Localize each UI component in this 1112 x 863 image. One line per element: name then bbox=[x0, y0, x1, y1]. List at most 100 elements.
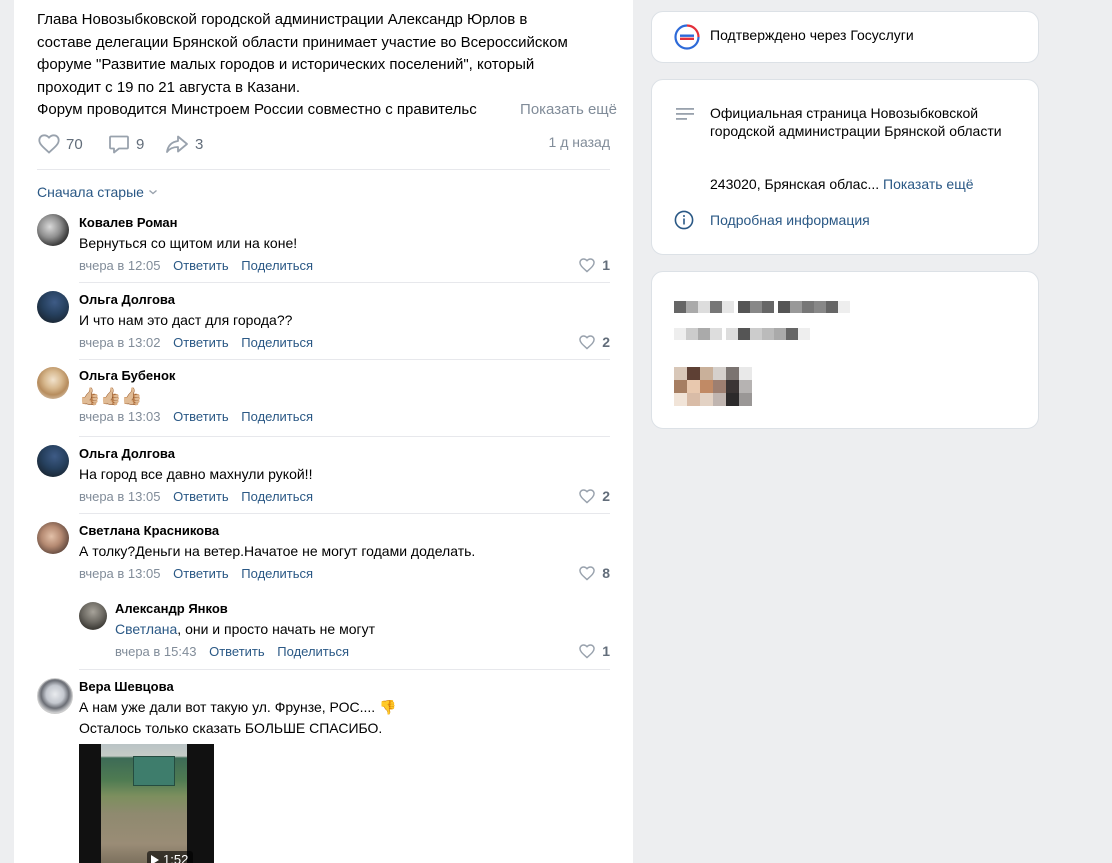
comment-time[interactable]: вчера в 15:43 bbox=[115, 644, 196, 659]
comment-author[interactable]: Ольга Долгова bbox=[79, 445, 610, 463]
reply-link[interactable]: Ответить bbox=[173, 489, 229, 504]
details-label: Подробная информация bbox=[710, 212, 870, 228]
divider bbox=[79, 436, 610, 437]
comment-time[interactable]: вчера в 13:02 bbox=[79, 335, 160, 350]
video-preview bbox=[101, 744, 187, 863]
comment-meta: вчера в 12:05 Ответить Поделиться 1 bbox=[79, 257, 610, 275]
pixelated-card bbox=[651, 271, 1039, 429]
house-shape bbox=[133, 756, 175, 786]
address-text: 243020, Брянская облас... bbox=[710, 176, 880, 192]
heart-icon bbox=[579, 335, 595, 350]
comment-author[interactable]: Ольга Бубенок bbox=[79, 367, 610, 385]
share-link[interactable]: Поделиться bbox=[241, 409, 313, 424]
post-text-line: Форум проводится Минстроем России совмес… bbox=[37, 101, 477, 118]
share-button[interactable]: 3 bbox=[164, 132, 203, 156]
share-link[interactable]: Поделиться bbox=[277, 644, 349, 659]
mention-link[interactable]: Светлана bbox=[115, 621, 177, 637]
avatar[interactable] bbox=[37, 214, 69, 246]
share-link[interactable]: Поделиться bbox=[241, 566, 313, 581]
reply-link[interactable]: Ответить bbox=[209, 644, 265, 659]
comment-like-count: 2 bbox=[602, 334, 610, 350]
comment-text-body: , они и просто начать не могут bbox=[177, 621, 376, 637]
share-icon bbox=[166, 135, 188, 153]
comment-time[interactable]: вчера в 13:03 bbox=[79, 409, 160, 424]
comment-meta: вчера в 13:05 Ответить Поделиться 8 bbox=[79, 565, 610, 583]
comment: Ольга Бубенок 👍🏼👍🏼👍🏼 вчера в 13:03 Ответ… bbox=[37, 367, 610, 431]
heart-icon bbox=[579, 258, 595, 273]
comment-button[interactable]: 9 bbox=[107, 132, 144, 156]
divider bbox=[37, 169, 610, 170]
comment: Ковалев Роман Вернуться со щитом или на … bbox=[37, 214, 610, 276]
video-thumbnail[interactable]: 1:52 bbox=[79, 744, 214, 863]
comment-author[interactable]: Ковалев Роман bbox=[79, 214, 610, 232]
comment-text: И что нам это даст для города?? bbox=[79, 312, 293, 328]
reply-link[interactable]: Ответить bbox=[173, 566, 229, 581]
comment-like-count: 8 bbox=[602, 565, 610, 581]
avatar[interactable] bbox=[37, 445, 69, 477]
avatar[interactable] bbox=[79, 602, 107, 630]
comment-text: Светлана, они и просто начать не могут bbox=[115, 619, 610, 640]
heart-icon bbox=[579, 489, 595, 504]
comment-meta: вчера в 13:03 Ответить Поделиться bbox=[79, 408, 610, 426]
divider bbox=[79, 359, 610, 360]
play-icon bbox=[151, 854, 159, 863]
verified-label: Подтверждено через Госуслуги bbox=[710, 27, 914, 43]
like-count: 70 bbox=[66, 135, 83, 153]
details-link[interactable]: Подробная информация bbox=[674, 210, 870, 230]
share-link[interactable]: Поделиться bbox=[241, 335, 313, 350]
like-button[interactable]: 70 bbox=[37, 132, 83, 156]
heart-icon bbox=[579, 644, 595, 659]
comment-author[interactable]: Ольга Долгова bbox=[79, 291, 610, 309]
show-more-link[interactable]: Показать ещё bbox=[502, 99, 617, 122]
reply-link[interactable]: Ответить bbox=[173, 258, 229, 273]
share-count: 3 bbox=[195, 135, 204, 153]
heart-icon bbox=[38, 134, 60, 154]
post-actions: 70 9 3 1 д назад bbox=[37, 132, 610, 156]
heart-icon bbox=[579, 566, 595, 581]
comment-like-button[interactable]: 1 bbox=[578, 256, 610, 274]
post-text-line: проходит с 19 по 21 августа в Казани. bbox=[37, 78, 301, 96]
avatar[interactable] bbox=[37, 367, 69, 399]
comment-time[interactable]: вчера в 13:05 bbox=[79, 566, 160, 581]
comment-time[interactable]: вчера в 12:05 bbox=[79, 258, 160, 273]
info-card: Официальная страница Новозыбковской горо… bbox=[651, 79, 1039, 255]
comment-author[interactable]: Светлана Красникова bbox=[79, 522, 610, 540]
comment-text: А толку?Деньги на ветер.Начатое не могут… bbox=[79, 543, 476, 559]
post-card: Глава Новозыбковской городской администр… bbox=[14, 0, 633, 863]
verified-card[interactable]: Подтверждено через Госуслуги bbox=[651, 11, 1039, 63]
address-show-more-link[interactable]: Показать ещё bbox=[883, 176, 974, 192]
sort-dropdown[interactable]: Сначала старые bbox=[37, 184, 158, 200]
comment-text: На город все давно махнули рукой!! bbox=[79, 466, 313, 482]
comment-count: 9 bbox=[136, 135, 145, 153]
comment-text: 👍🏼👍🏼👍🏼 bbox=[79, 387, 143, 406]
post-time[interactable]: 1 д назад bbox=[549, 134, 610, 150]
page-description: Официальная страница Новозыбковской горо… bbox=[710, 105, 1002, 139]
post-text: Глава Новозыбковской городской администр… bbox=[37, 9, 617, 122]
video-duration-badge: 1:52 bbox=[147, 851, 194, 863]
comment-meta: вчера в 15:43 Ответить Поделиться 1 bbox=[115, 643, 610, 661]
info-icon bbox=[674, 210, 694, 230]
share-link[interactable]: Поделиться bbox=[241, 489, 313, 504]
comment-time[interactable]: вчера в 13:05 bbox=[79, 489, 160, 504]
avatar[interactable] bbox=[37, 678, 73, 714]
comment-text: А нам уже дали вот такую ул. Фрунзе, РОС… bbox=[79, 699, 397, 715]
comment: Ольга Долгова На город все давно махнули… bbox=[37, 445, 610, 507]
comment-text: Вернуться со щитом или на коне! bbox=[79, 235, 298, 251]
comment-author[interactable]: Вера Шевцова bbox=[79, 678, 610, 696]
comment-like-button[interactable]: 1 bbox=[578, 642, 610, 660]
post-text-line: Глава Новозыбковской городской администр… bbox=[37, 11, 528, 28]
avatar[interactable] bbox=[37, 291, 69, 323]
comment-like-button[interactable]: 2 bbox=[578, 487, 610, 505]
comment-like-button[interactable]: 2 bbox=[578, 333, 610, 351]
reply-link[interactable]: Ответить bbox=[173, 409, 229, 424]
comment-like-button[interactable]: 8 bbox=[578, 564, 610, 582]
comment-meta: вчера в 13:02 Ответить Поделиться 2 bbox=[79, 334, 610, 352]
comment-author[interactable]: Александр Янков bbox=[115, 600, 610, 618]
comment-meta: вчера в 13:05 Ответить Поделиться 2 bbox=[79, 488, 610, 506]
post-text-clipped: Форум проводится Минстроем России совмес… bbox=[37, 99, 617, 122]
reply-link[interactable]: Ответить bbox=[173, 335, 229, 350]
share-link[interactable]: Поделиться bbox=[241, 258, 313, 273]
reply-comment: Александр Янков Светлана, они и просто н… bbox=[79, 600, 610, 662]
avatar[interactable] bbox=[37, 522, 69, 554]
post-text-line: составе делегации Брянской области прини… bbox=[37, 33, 568, 51]
